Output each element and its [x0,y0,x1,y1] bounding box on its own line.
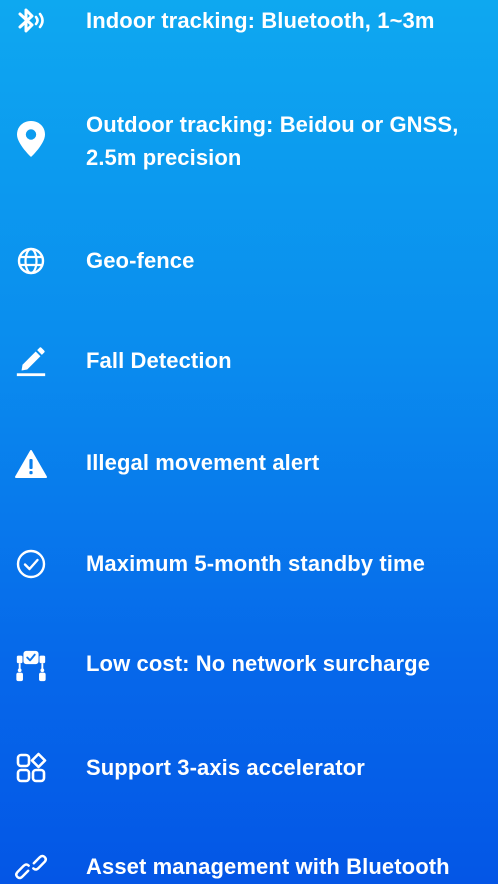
feature-label: Maximum 5-month standby time [86,551,425,576]
link-icon [14,850,48,884]
pencil-icon [14,344,48,378]
feature-label: Geo-fence [86,248,195,273]
feature-label: Indoor tracking: Bluetooth, 1~3m [86,8,435,33]
globe-icon [14,244,48,278]
feature-label: Outdoor tracking: Beidou or GNSS, 2.5m p… [86,112,459,170]
feature-label: Support 3-axis accelerator [86,755,365,780]
location-pin-icon [14,121,48,157]
warning-icon [14,447,48,481]
feature-label: Asset management with Bluetooth [86,854,450,879]
feature-list: Indoor tracking: Bluetooth, 1~3m Outdoor… [0,0,498,884]
apps-grid-icon [14,751,48,785]
feature-label: Low cost: No network surcharge [86,651,431,676]
network-nodes-icon [14,649,48,683]
bluetooth-icon [14,4,48,38]
check-circle-icon [14,547,48,581]
feature-label: Fall Detection [86,348,232,373]
feature-label: Illegal movement alert [86,450,320,475]
